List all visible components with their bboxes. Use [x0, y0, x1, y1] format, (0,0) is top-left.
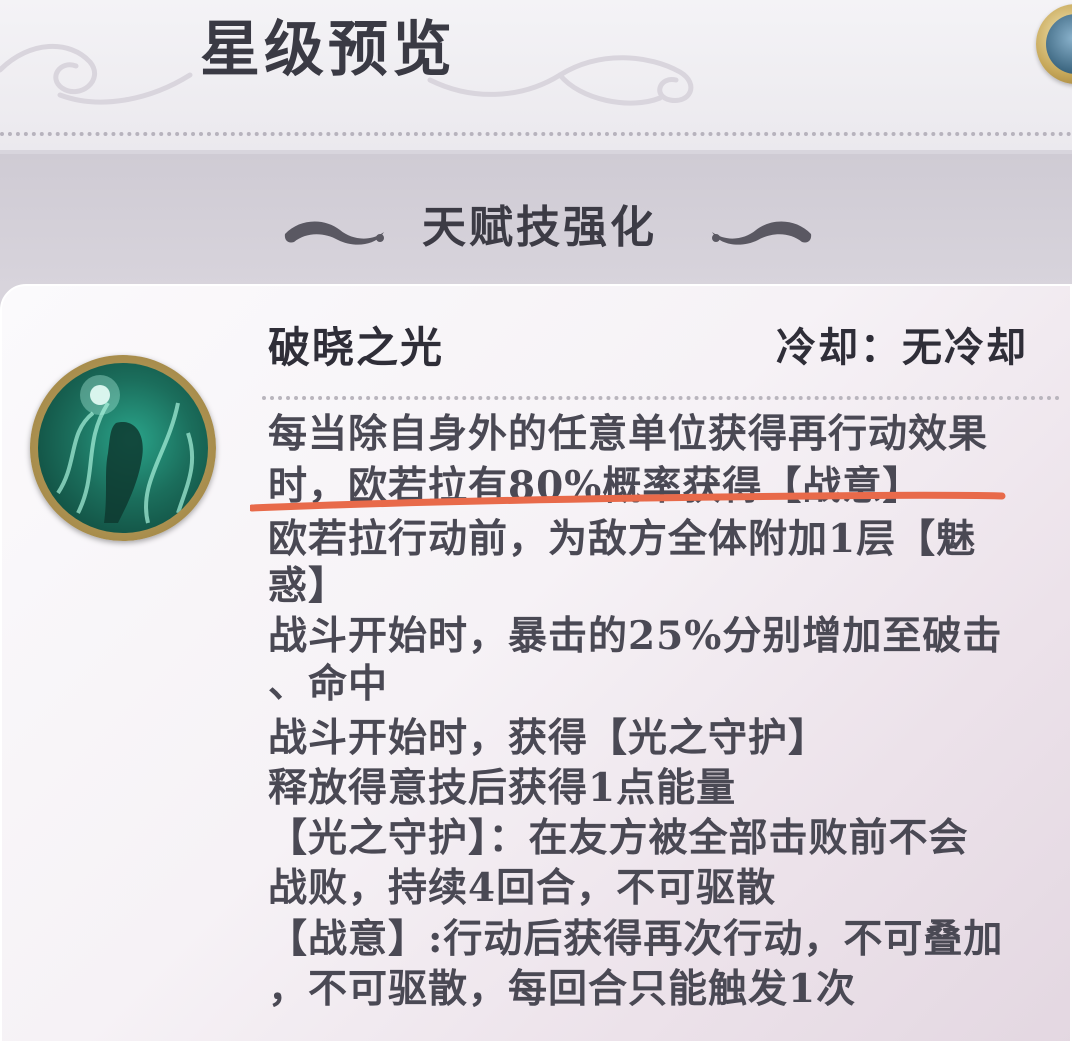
description-line: 释放得意技后获得1点能量: [268, 765, 737, 811]
description-line: ，不可驱散，每回合只能触发1次: [268, 966, 857, 1012]
close-icon[interactable]: [1046, 14, 1072, 74]
cooldown-label: 冷却：无冷却: [776, 324, 1028, 371]
description-line: 、命中: [268, 661, 389, 707]
page-title: 星级预览: [200, 15, 456, 85]
description-line: 欧若拉行动前，为敌方全体附加1层【魅: [268, 516, 977, 562]
close-button[interactable]: [1036, 4, 1072, 84]
skill-name: 破晓之光: [268, 323, 445, 372]
description-line: 每当除自身外的任意单位获得再行动效果: [268, 411, 989, 457]
description-line: 战斗开始时，暴击的25%分别增加至破击: [268, 613, 1003, 659]
description-line: 惑】: [268, 563, 349, 609]
skill-avatar: [30, 355, 216, 541]
section-title: 天赋技强化: [422, 202, 657, 253]
card-divider: [262, 396, 1060, 400]
skill-portrait-icon: [38, 363, 208, 533]
header-divider: [0, 132, 1072, 136]
swirl-left-icon: [284, 221, 384, 245]
swirl-right-icon: [712, 221, 812, 245]
description-line: 战斗开始时，获得【光之守护】: [268, 715, 829, 761]
annotation-underline: [250, 491, 1006, 512]
description-line: 【光之守护】：在友方被全部击败前不会: [268, 815, 969, 861]
header-bar: 星级预览: [0, 0, 1072, 150]
description-line: 战败，持续4回合，不可驱散: [268, 865, 777, 911]
description-line: 【战意】:行动后获得再次行动，不可叠加: [268, 916, 1004, 962]
